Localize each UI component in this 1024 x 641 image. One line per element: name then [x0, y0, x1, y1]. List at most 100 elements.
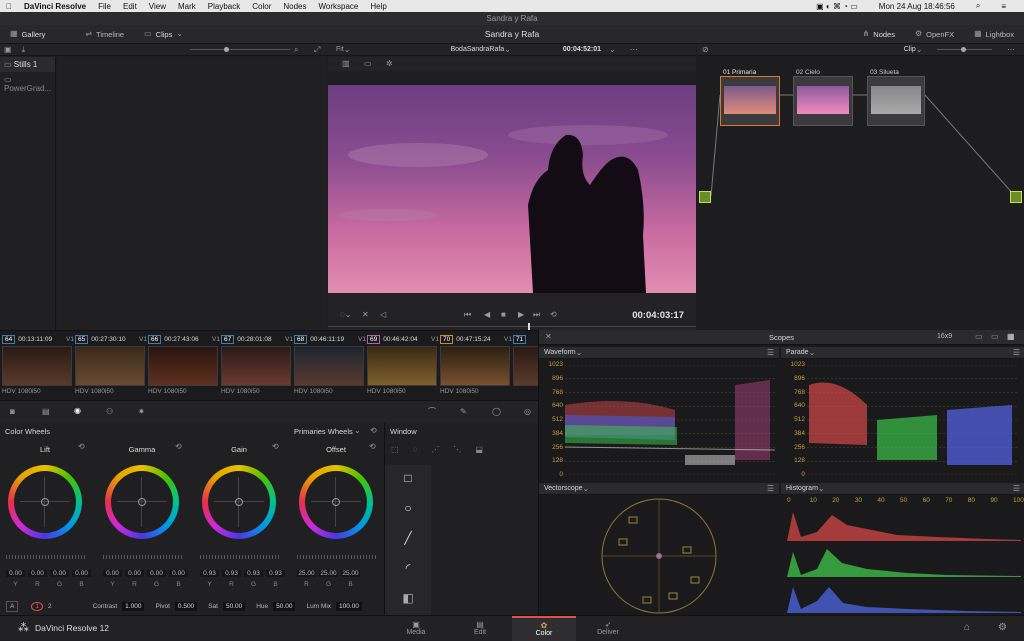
status-icons[interactable]: ▣ ◐ ⌘ ◔ ▭ — [816, 2, 858, 11]
menu-workspace[interactable]: Workspace — [319, 2, 359, 11]
download-icon[interactable]: ⤓ — [22, 45, 26, 54]
list-icon[interactable]: ≡ — [1001, 2, 1006, 11]
polygon-tool-icon[interactable]: ⋰ — [431, 445, 439, 454]
wheel-value[interactable]: 0.93 — [266, 570, 285, 577]
circle-tool-icon[interactable]: ◌ — [413, 445, 418, 454]
home-icon[interactable]: ⌂ — [964, 623, 970, 633]
wipe-icon[interactable]: ▥ — [342, 60, 350, 68]
wheels-mode-select[interactable]: Primaries Wheels — [294, 427, 353, 436]
node-zoom-slider[interactable] — [937, 47, 992, 52]
wheel-value[interactable]: 0.93 — [222, 570, 241, 577]
menu-icon[interactable]: ☰ — [1013, 484, 1020, 493]
scrubber[interactable] — [328, 323, 696, 330]
rewind-icon[interactable]: ◀ — [484, 311, 490, 319]
tracker-icon[interactable]: ◎ — [524, 408, 531, 416]
tab-color[interactable]: ✿ Color — [512, 616, 576, 641]
camera-raw-icon[interactable]: ◙ — [10, 408, 15, 416]
page-2-button[interactable]: 2 — [48, 603, 52, 610]
wheel-value[interactable]: 0.00 — [169, 570, 188, 577]
bypass-icon[interactable]: ⊘ — [702, 45, 709, 54]
menu-playback[interactable]: Playback — [208, 2, 240, 11]
gallery-button[interactable]: ▦ Gallery — [0, 30, 55, 39]
wheel-value[interactable]: 0.00 — [103, 570, 122, 577]
reset-icon[interactable]: ⟲ — [272, 443, 279, 451]
shuffle-icon[interactable]: ✕ — [362, 311, 369, 319]
reset-icon[interactable]: ⟲ — [78, 443, 85, 451]
curves-icon[interactable]: ⌒ — [428, 408, 436, 416]
menu-file[interactable]: File — [98, 2, 111, 11]
clip-thumbnail[interactable]: 65 00:27:30:10 V1 HDV 1080i50 — [75, 334, 147, 398]
clip-thumbnail[interactable]: 66 00:27:43:06 V1 HDV 1080i50 — [148, 334, 220, 398]
wheel-value[interactable]: 25.00 — [319, 570, 338, 577]
motion-effects-icon[interactable]: ✷ — [138, 408, 145, 416]
search-icon[interactable]: ⌕ — [976, 1, 980, 11]
reset-icon[interactable]: ⟲ — [370, 427, 377, 435]
clips-button[interactable]: ▭ Clips ⌄ — [134, 30, 193, 39]
page-1-button[interactable]: 1 — [31, 601, 43, 611]
menu-edit[interactable]: Edit — [123, 2, 137, 11]
linear-tool-icon[interactable]: ⬚ — [391, 445, 399, 454]
highlight-icon[interactable]: ✲ — [386, 60, 393, 68]
tab-edit[interactable]: ▤ Edit — [448, 616, 512, 641]
color-wheel[interactable] — [8, 465, 82, 539]
clock[interactable]: Mon 24 Aug 18:46:56 — [879, 2, 955, 11]
node-02[interactable]: 02 Cielo — [793, 69, 853, 126]
menu-icon[interactable]: ☰ — [767, 348, 774, 357]
wheel-value[interactable]: 0.00 — [50, 570, 69, 577]
circle-window-icon[interactable]: ○ — [404, 501, 411, 515]
rgb-mixer-icon[interactable]: ⚇ — [106, 408, 113, 416]
nodes-button[interactable]: ⋔ Nodes — [853, 30, 905, 39]
wheel-value[interactable]: 0.00 — [125, 570, 144, 577]
wheel-value[interactable]: 0.00 — [147, 570, 166, 577]
gradient-window-icon[interactable]: ◧ — [402, 591, 413, 605]
color-match-icon[interactable]: ▤ — [42, 408, 50, 416]
reset-icon[interactable]: ⟲ — [369, 443, 376, 451]
color-wheel[interactable] — [105, 465, 179, 539]
menu-icon[interactable]: ☰ — [767, 484, 774, 493]
last-frame-icon[interactable]: ⏭ — [533, 311, 540, 319]
stop-icon[interactable]: ■ — [501, 311, 506, 319]
app-menu[interactable]: DaVinci Resolve — [24, 2, 86, 11]
split-icon[interactable]: ▭ — [364, 60, 372, 68]
layout-select[interactable]: 16x9 — [937, 333, 952, 340]
play-icon[interactable]: ▶ — [518, 311, 524, 319]
menu-nodes[interactable]: Nodes — [283, 2, 306, 11]
output-node[interactable] — [1010, 191, 1022, 203]
wheel-value[interactable]: 0.93 — [200, 570, 219, 577]
more-icon[interactable]: ⋯ — [630, 45, 638, 54]
master-wheel-slider[interactable] — [6, 555, 86, 559]
loop-play-icon[interactable]: ⟲ — [550, 311, 557, 319]
grid-icon[interactable]: ▣ — [4, 45, 12, 54]
auto-balance-button[interactable]: A — [6, 600, 19, 612]
close-icon[interactable]: ✕ — [545, 333, 552, 341]
wheel-value[interactable]: 0.93 — [244, 570, 263, 577]
timeline-button[interactable]: ⇌ Timeline — [75, 30, 134, 39]
color-wheel[interactable] — [202, 465, 276, 539]
gradient-tool-icon[interactable]: ⬓ — [475, 445, 483, 454]
clip-thumbnail[interactable]: 70 00:47:15:24 V1 HDV 1080i50 — [440, 334, 512, 398]
sat-field[interactable]: 50.00 — [222, 601, 246, 611]
wheel-value[interactable]: 0.00 — [6, 570, 25, 577]
wheel-value[interactable]: 25.00 — [297, 570, 316, 577]
contrast-field[interactable]: 1.000 — [122, 601, 145, 611]
clip-thumbnail[interactable]: 71 — [513, 334, 538, 398]
search-icon[interactable]: ⌕ — [294, 45, 298, 54]
stills-album[interactable]: ▭ Stills 1 — [0, 57, 55, 72]
tab-media[interactable]: ▣ Media — [384, 616, 448, 641]
menu-mark[interactable]: Mark — [178, 2, 196, 11]
clip-thumbnail[interactable]: 68 00:46:11:19 V1 HDV 1080i50 — [294, 334, 366, 398]
fit-select[interactable]: Fit — [336, 46, 344, 53]
menu-icon[interactable]: ☰ — [1013, 348, 1020, 357]
more-icon[interactable]: ⋯ — [1007, 45, 1015, 54]
clip-thumbnail[interactable]: 69 00:46:42:04 V1 HDV 1080i50 — [367, 334, 439, 398]
volume-icon[interactable]: ◁ — [380, 311, 386, 319]
master-wheel-slider[interactable] — [103, 555, 183, 559]
square-window-icon[interactable]: □ — [404, 471, 411, 485]
window-icon[interactable]: ◯ — [492, 408, 501, 416]
master-wheel-slider[interactable] — [297, 555, 377, 559]
menu-color[interactable]: Color — [252, 2, 271, 11]
menu-help[interactable]: Help — [370, 2, 386, 11]
hue-field[interactable]: 50.00 — [273, 601, 296, 611]
line-window-icon[interactable]: ╱ — [404, 531, 411, 545]
wheel-value[interactable]: 0.00 — [72, 570, 91, 577]
